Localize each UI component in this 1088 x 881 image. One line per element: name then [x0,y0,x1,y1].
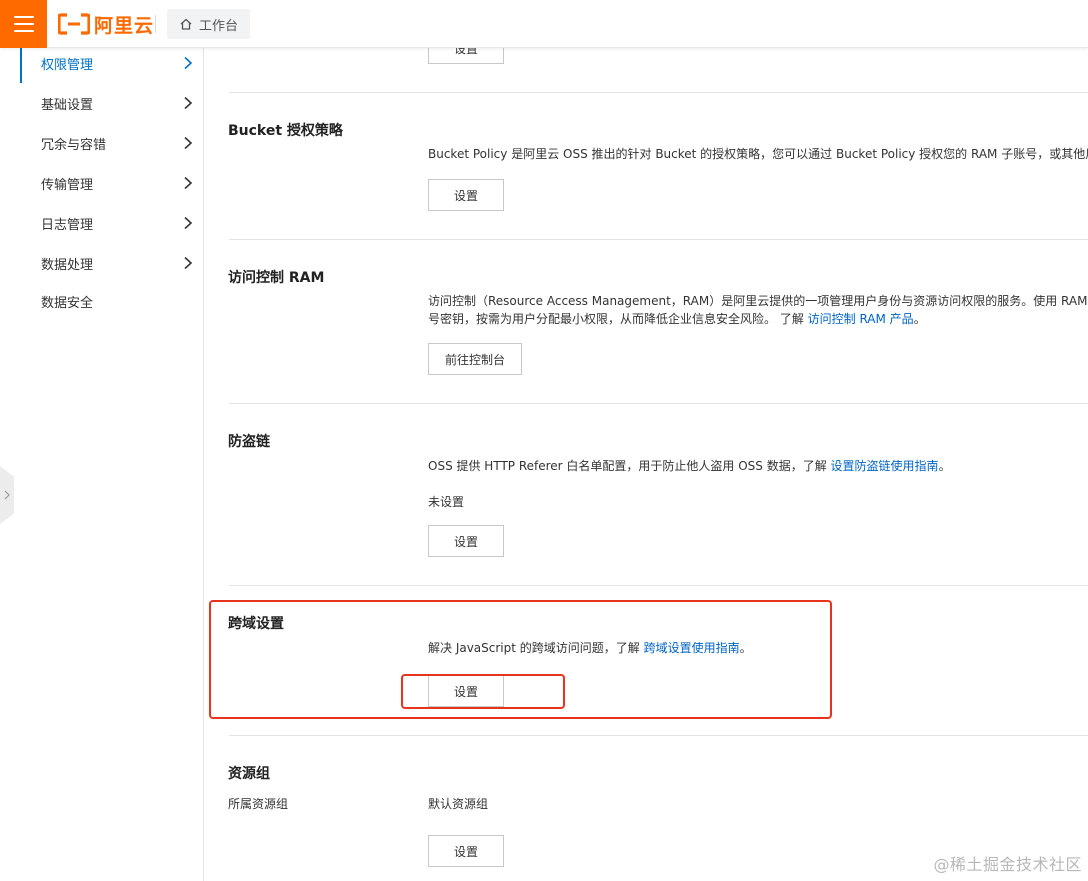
workbench-button[interactable]: 工作台 [167,9,251,39]
cors-title: 跨域设置 [228,616,284,632]
sidebar-item-basic-settings[interactable]: 基础设置 [20,83,203,123]
ram-description-line2: 号密钥，按需为用户分配最小权限，从而降低企业信息安全风险。 了解 访问控制 RA… [428,310,926,329]
section-divider [229,585,1088,586]
sidebar-item-label: 传输管理 [41,177,94,193]
cors-desc-text: 解决 JavaScript 的跨域访问问题，了解 [428,641,644,655]
sidebar-item-label: 日志管理 [41,217,94,233]
chevron-right-icon [184,136,193,150]
sidebar-item-label: 基础设置 [41,97,94,113]
chevron-right-icon [184,56,193,70]
sidebar-item-label: 数据安全 [41,295,94,311]
hotlink-guide-link[interactable]: 设置防盗链使用指南 [831,459,939,473]
sidebar-item-permission-management[interactable]: 权限管理 [20,43,203,83]
chevron-right-icon [184,176,193,190]
topbar-divider [155,15,156,33]
ram-product-link[interactable]: 访问控制 RAM 产品 [808,312,914,326]
chevron-right-icon [184,256,193,270]
hotlink-desc-end: 。 [938,459,951,473]
top-navigation-bar: 阿里云 工作台 [0,0,1088,48]
section-divider [229,403,1088,404]
watermark: @稀土掘金技术社区 [933,855,1082,874]
main-content: 设置 Bucket 授权策略 Bucket Policy 是阿里云 OSS 推出… [205,32,1088,881]
goto-console-button[interactable]: 前往控制台 [428,343,522,375]
hotlink-description: OSS 提供 HTTP Referer 白名单配置，用于防止他人盗用 OSS 数… [428,457,951,476]
ram-desc-end: 。 [913,312,926,326]
chevron-right-icon [4,490,10,500]
resource-group-label: 所属资源组 [228,797,289,811]
ram-description-line1: 访问控制（Resource Access Management，RAM）是阿里云… [428,294,1088,308]
sidebar-item-label: 数据处理 [41,257,94,273]
menu-icon[interactable] [0,0,47,48]
section-divider [229,92,1088,93]
aliyun-logo[interactable]: 阿里云 [58,11,154,37]
cors-desc-end: 。 [739,641,752,655]
ram-title: 访问控制 RAM [228,270,325,286]
chevron-right-icon [184,216,193,230]
section-divider [229,735,1088,736]
workbench-label: 工作台 [199,18,239,34]
bucket-policy-description: Bucket Policy 是阿里云 OSS 推出的针对 Bucket 的授权策… [428,147,1088,161]
ram-desc-text: 号密钥，按需为用户分配最小权限，从而降低企业信息安全风险。 了解 [428,312,808,326]
sidebar-item-data-security[interactable]: 数据安全 [20,281,203,321]
section-divider [229,239,1088,240]
sidebar: 权限管理 基础设置 冗余与容错 传输管理 日志管理 数据处理 数据安全 [0,43,204,881]
home-icon [180,18,192,30]
cors-guide-link[interactable]: 跨域设置使用指南 [644,641,740,655]
sidebar-item-label: 冗余与容错 [41,137,107,153]
hotlink-desc-text: OSS 提供 HTTP Referer 白名单配置，用于防止他人盗用 OSS 数… [428,459,831,473]
resource-group-settings-button[interactable]: 设置 [428,835,504,867]
chevron-right-icon [184,96,193,110]
hotlink-title: 防盗链 [228,434,270,450]
sidebar-item-log-management[interactable]: 日志管理 [20,203,203,243]
cors-settings-button[interactable]: 设置 [428,675,504,707]
sidebar-item-redundancy[interactable]: 冗余与容错 [20,123,203,163]
aliyun-logo-mark-icon [58,13,90,35]
cors-description: 解决 JavaScript 的跨域访问问题，了解 跨域设置使用指南。 [428,639,752,658]
resource-group-title: 资源组 [228,766,270,782]
sidebar-item-label: 权限管理 [41,57,94,73]
resource-group-value: 默认资源组 [428,797,489,811]
hotlink-settings-button[interactable]: 设置 [428,525,504,557]
hotlink-status: 未设置 [428,495,465,509]
sidebar-item-transfer-management[interactable]: 传输管理 [20,163,203,203]
aliyun-logo-text: 阿里云 [94,14,155,37]
bucket-policy-settings-button[interactable]: 设置 [428,179,504,211]
sidebar-item-data-processing[interactable]: 数据处理 [20,243,203,283]
bucket-policy-title: Bucket 授权策略 [228,123,343,139]
